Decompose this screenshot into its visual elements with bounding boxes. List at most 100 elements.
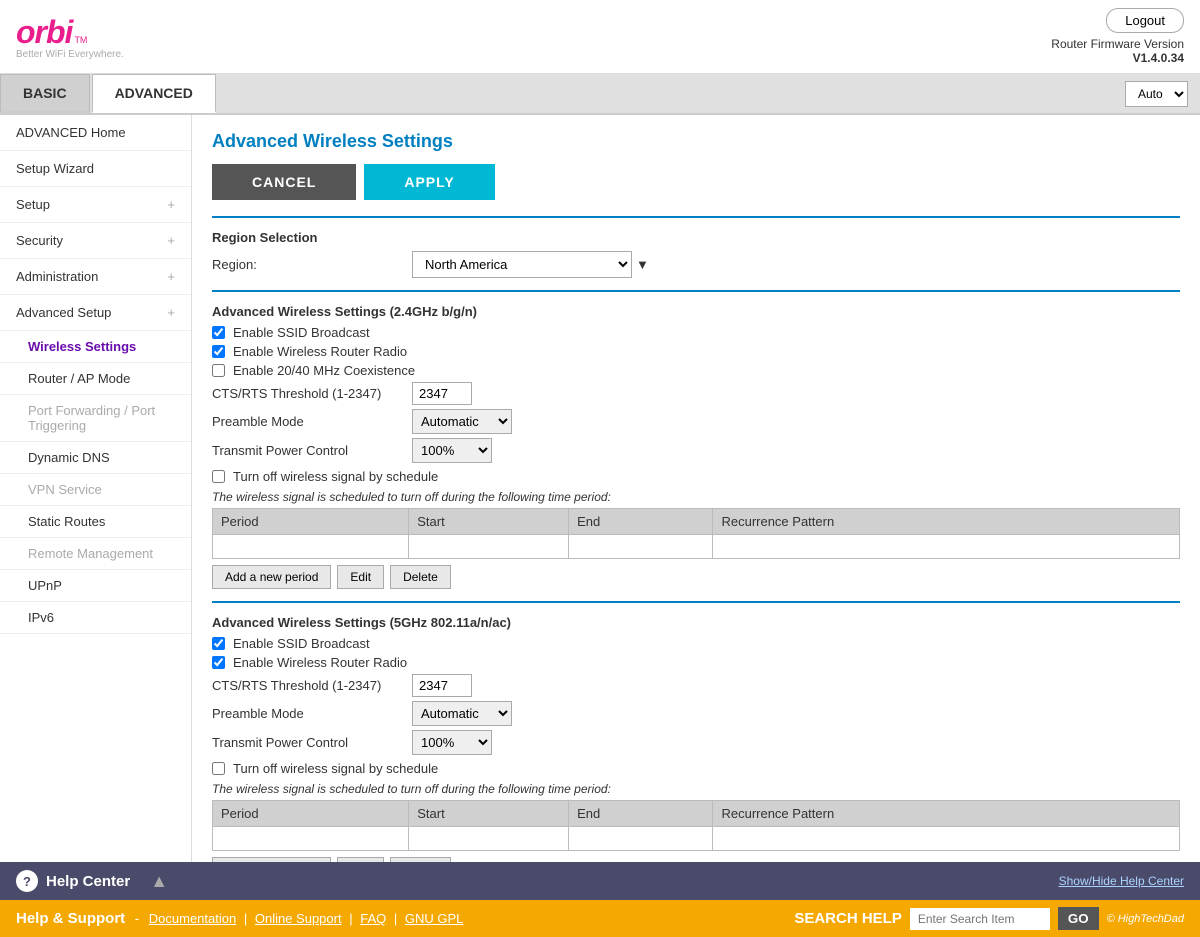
sidebar-item-advanced-setup[interactable]: Advanced Setup +: [0, 295, 191, 331]
logo-tm: TM: [74, 35, 87, 45]
edit-24-button[interactable]: Edit: [337, 565, 384, 589]
table-buttons-24: Add a new period Edit Delete: [212, 565, 1180, 589]
cts-24-input[interactable]: [412, 382, 472, 405]
sidebar-item-dynamic-dns[interactable]: Dynamic DNS: [0, 442, 191, 474]
preamble-5-row: Preamble Mode Automatic: [212, 701, 1180, 726]
schedule-5-label: Turn off wireless signal by schedule: [233, 761, 438, 776]
section-5ghz-title: Advanced Wireless Settings (5GHz 802.11a…: [212, 615, 1180, 630]
security-expand-icon: +: [167, 233, 175, 248]
footer-sep1: |: [244, 911, 247, 926]
preamble-24-label: Preamble Mode: [212, 414, 412, 429]
apply-button[interactable]: APPLY: [364, 164, 494, 200]
search-help-label: SEARCH HELP: [794, 910, 902, 927]
col-start-5: Start: [409, 801, 569, 827]
sidebar-item-administration[interactable]: Administration +: [0, 259, 191, 295]
schedule-24-checkbox[interactable]: [212, 470, 225, 483]
power-5-row: Transmit Power Control 100%: [212, 730, 1180, 755]
search-go-button[interactable]: GO: [1058, 907, 1099, 930]
power-5-select[interactable]: 100%: [412, 730, 492, 755]
enable-ssid-24-checkbox[interactable]: [212, 326, 225, 339]
sidebar-item-port-forwarding[interactable]: Port Forwarding / Port Triggering: [0, 395, 191, 442]
period-table-24: Period Start End Recurrence Pattern: [212, 508, 1180, 559]
cts-5-label: CTS/RTS Threshold (1-2347): [212, 678, 412, 693]
enable-coexistence-checkbox[interactable]: [212, 364, 225, 377]
enable-coexistence-label: Enable 20/40 MHz Coexistence: [233, 363, 415, 378]
tab-advanced[interactable]: ADVANCED: [92, 74, 216, 113]
enable-ssid-24-label: Enable SSID Broadcast: [233, 325, 370, 340]
footer-online-support[interactable]: Online Support: [255, 911, 342, 926]
footer: Help & Support - Documentation | Online …: [0, 900, 1200, 937]
region-section-title: Region Selection: [212, 230, 1180, 245]
delete-5-button[interactable]: Delete: [390, 857, 451, 862]
firmware-info: Router Firmware Version V1.4.0.34: [1051, 37, 1184, 65]
schedule-24-row: Turn off wireless signal by schedule: [212, 469, 1180, 484]
cancel-button[interactable]: CANCEL: [212, 164, 356, 200]
cts-24-label: CTS/RTS Threshold (1-2347): [212, 386, 412, 401]
enable-ssid-24-row: Enable SSID Broadcast: [212, 325, 1180, 340]
sidebar-item-remote-management[interactable]: Remote Management: [0, 538, 191, 570]
region-select[interactable]: North America: [412, 251, 632, 278]
col-recurrence-5: Recurrence Pattern: [713, 801, 1180, 827]
enable-ssid-5-checkbox[interactable]: [212, 637, 225, 650]
enable-radio-24-checkbox[interactable]: [212, 345, 225, 358]
footer-gnu-gpl[interactable]: GNU GPL: [405, 911, 464, 926]
help-center-title: Help Center: [46, 873, 130, 890]
edit-5-button[interactable]: Edit: [337, 857, 384, 862]
sidebar-item-setup-wizard[interactable]: Setup Wizard: [0, 151, 191, 187]
sidebar-item-advanced-home[interactable]: ADVANCED Home: [0, 115, 191, 151]
divider-top: [212, 216, 1180, 218]
enable-radio-24-row: Enable Wireless Router Radio: [212, 344, 1180, 359]
sidebar-item-security[interactable]: Security +: [0, 223, 191, 259]
search-help-input[interactable]: [910, 908, 1050, 930]
col-recurrence-24: Recurrence Pattern: [713, 509, 1180, 535]
tab-bar: BASIC ADVANCED Auto: [0, 74, 1200, 115]
section-5ghz: Advanced Wireless Settings (5GHz 802.11a…: [212, 615, 1180, 862]
show-hide-help-link[interactable]: Show/Hide Help Center: [1059, 874, 1184, 888]
footer-faq[interactable]: FAQ: [360, 911, 386, 926]
schedule-5-checkbox[interactable]: [212, 762, 225, 775]
power-24-select[interactable]: 100%: [412, 438, 492, 463]
sidebar-item-static-routes[interactable]: Static Routes: [0, 506, 191, 538]
cts-5-input[interactable]: [412, 674, 472, 697]
col-start-24: Start: [409, 509, 569, 535]
admin-expand-icon: +: [167, 269, 175, 284]
cts-5-row: CTS/RTS Threshold (1-2347): [212, 674, 1180, 697]
sidebar-item-ipv6[interactable]: IPv6: [0, 602, 191, 634]
add-period-5-button[interactable]: Add a new period: [212, 857, 331, 862]
add-period-24-button[interactable]: Add a new period: [212, 565, 331, 589]
enable-radio-5-label: Enable Wireless Router Radio: [233, 655, 407, 670]
sidebar-item-vpn-service[interactable]: VPN Service: [0, 474, 191, 506]
enable-radio-5-row: Enable Wireless Router Radio: [212, 655, 1180, 670]
sidebar-item-setup[interactable]: Setup +: [0, 187, 191, 223]
preamble-24-select[interactable]: Automatic: [412, 409, 512, 434]
table-row-5-empty: [213, 827, 1180, 851]
col-period-24: Period: [213, 509, 409, 535]
footer-sep2: |: [349, 911, 352, 926]
sidebar-item-wireless-settings[interactable]: Wireless Settings: [0, 331, 191, 363]
sidebar-item-router-ap-mode[interactable]: Router / AP Mode: [0, 363, 191, 395]
enable-coexistence-row: Enable 20/40 MHz Coexistence: [212, 363, 1180, 378]
power-24-row: Transmit Power Control 100%: [212, 438, 1180, 463]
sidebar-item-upnp[interactable]: UPnP: [0, 570, 191, 602]
help-expand-icon: ▲: [150, 871, 168, 892]
divider-5ghz: [212, 601, 1180, 603]
auto-select[interactable]: Auto: [1125, 81, 1188, 107]
logout-button[interactable]: Logout: [1106, 8, 1184, 33]
col-end-5: End: [569, 801, 713, 827]
delete-24-button[interactable]: Delete: [390, 565, 451, 589]
help-icon: ?: [16, 870, 38, 892]
period-table-5: Period Start End Recurrence Pattern: [212, 800, 1180, 851]
region-label: Region:: [212, 257, 412, 272]
col-period-5: Period: [213, 801, 409, 827]
header-right: Logout Router Firmware Version V1.4.0.34: [1051, 8, 1184, 65]
tab-basic[interactable]: BASIC: [0, 74, 90, 113]
region-row: Region: North America ▼: [212, 251, 1180, 278]
footer-documentation[interactable]: Documentation: [149, 911, 236, 926]
enable-radio-5-checkbox[interactable]: [212, 656, 225, 669]
enable-ssid-5-row: Enable SSID Broadcast: [212, 636, 1180, 651]
page-title: Advanced Wireless Settings: [212, 131, 1180, 152]
preamble-5-select[interactable]: Automatic: [412, 701, 512, 726]
adv-setup-expand-icon: +: [167, 305, 175, 320]
preamble-24-row: Preamble Mode Automatic: [212, 409, 1180, 434]
cts-24-row: CTS/RTS Threshold (1-2347): [212, 382, 1180, 405]
